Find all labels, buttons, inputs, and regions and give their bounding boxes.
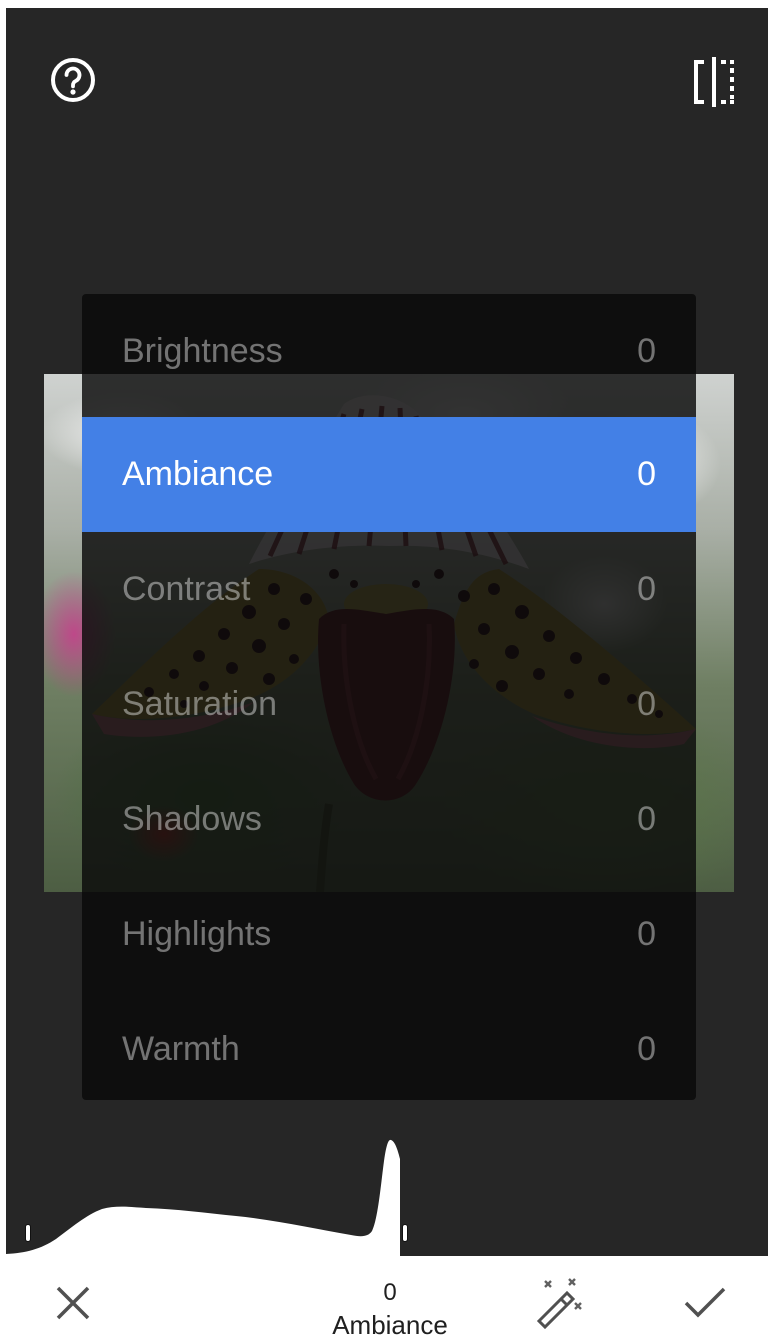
bottom-toolbar: 0 Ambiance [0, 1256, 768, 1343]
menu-item-value: 0 [637, 1030, 656, 1068]
cancel-button[interactable] [44, 1274, 102, 1332]
editor-canvas: Brightness 0 Ambiance 0 Contrast 0 Satur… [6, 8, 768, 1256]
menu-item-warmth[interactable]: Warmth 0 [82, 992, 696, 1107]
help-circle-icon [51, 58, 95, 102]
current-parameter: Ambiance [332, 1310, 448, 1340]
menu-item-ambiance[interactable]: Ambiance 0 [82, 417, 696, 532]
menu-item-value: 0 [637, 570, 656, 608]
photo-editor-screen: Brightness 0 Ambiance 0 Contrast 0 Satur… [0, 0, 768, 1343]
adjustments-menu: Brightness 0 Ambiance 0 Contrast 0 Satur… [82, 294, 696, 1100]
histogram-left-handle[interactable] [25, 1224, 31, 1242]
menu-item-value: 0 [637, 915, 656, 953]
compare-button[interactable] [678, 51, 750, 113]
menu-item-label: Warmth [122, 1030, 240, 1068]
menu-item-value: 0 [637, 455, 656, 493]
menu-item-brightness[interactable]: Brightness 0 [82, 294, 696, 409]
help-button[interactable] [44, 51, 102, 109]
compare-split-icon [694, 57, 734, 107]
close-icon [56, 1286, 90, 1320]
menu-item-label: Ambiance [122, 455, 274, 493]
menu-item-highlights[interactable]: Highlights 0 [82, 877, 696, 992]
menu-item-label: Saturation [122, 685, 277, 723]
menu-item-label: Highlights [122, 915, 272, 953]
menu-item-label: Shadows [122, 800, 262, 838]
menu-item-value: 0 [637, 800, 656, 838]
menu-item-value: 0 [637, 332, 656, 370]
menu-item-shadows[interactable]: Shadows 0 [82, 762, 696, 877]
menu-item-contrast[interactable]: Contrast 0 [82, 532, 696, 647]
histogram [6, 1139, 400, 1256]
menu-item-label: Brightness [122, 332, 283, 370]
current-value: 0 [383, 1279, 397, 1306]
menu-item-label: Contrast [122, 570, 251, 608]
histogram-right-handle[interactable] [402, 1224, 408, 1242]
auto-adjust-button[interactable] [528, 1272, 590, 1334]
menu-item-saturation[interactable]: Saturation 0 [82, 647, 696, 762]
menu-item-value: 0 [637, 685, 656, 723]
apply-button[interactable] [674, 1274, 736, 1332]
checkmark-icon [684, 1287, 726, 1318]
magic-wand-icon [536, 1278, 582, 1330]
